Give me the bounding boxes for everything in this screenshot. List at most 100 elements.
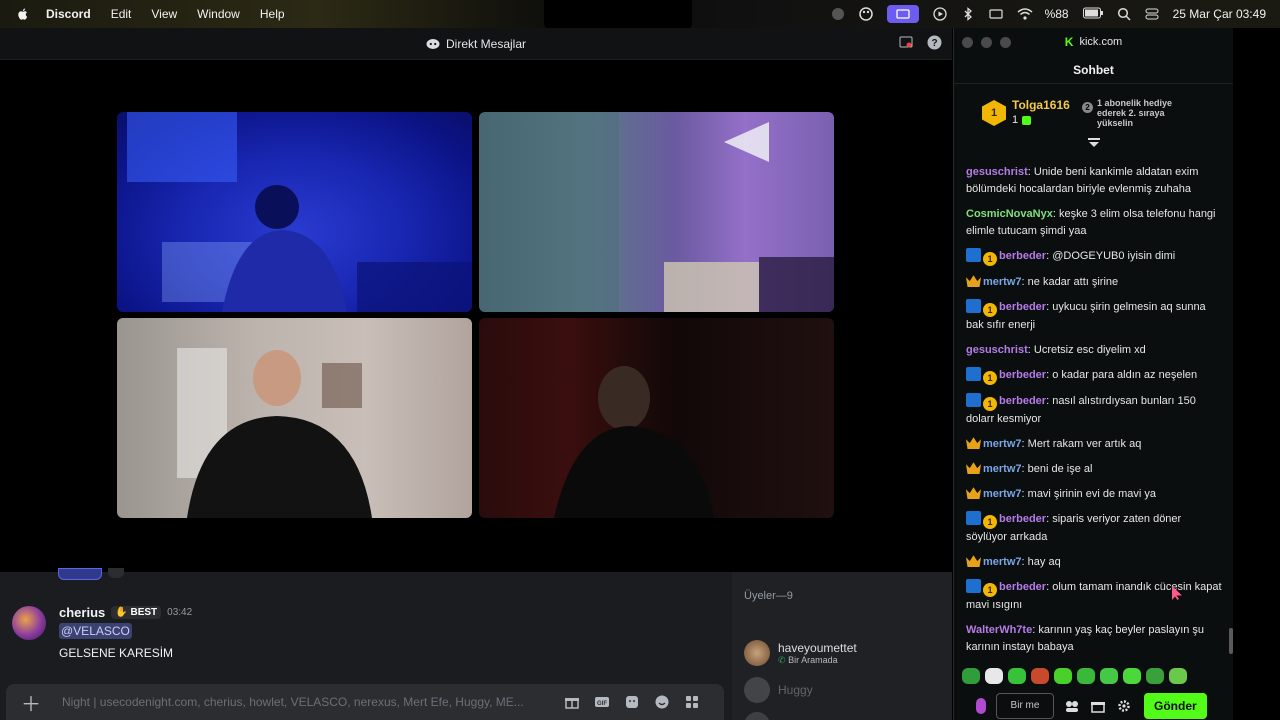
moderator-badge-icon [966,579,981,593]
video-tile[interactable] [117,112,472,312]
chat-username[interactable]: berbeder [999,301,1046,313]
window-title: Direkt Mesajlar [426,37,526,51]
top-gifter-name[interactable]: Tolga1616 [1012,98,1070,112]
webcam-feed-image [177,348,372,518]
chat-username[interactable]: berbeder [999,581,1046,593]
menu-help[interactable]: Help [260,7,285,21]
avatar [744,677,770,703]
gift-sub-icon[interactable] [1090,699,1106,713]
message-author[interactable]: cherius [59,605,105,620]
zoom-window-button[interactable] [1000,37,1011,48]
member-list-header: Üyeler—9 [744,590,793,602]
sticker-icon[interactable] [624,694,640,710]
chat-message-text: mavi şirinin evi de mavi ya [1027,488,1157,500]
chat-message: mertw7: hay aq [966,554,1224,571]
chat-input[interactable]: Bir me [996,693,1054,719]
chat-username[interactable]: WalterWh7te [966,624,1032,636]
chat-username[interactable]: berbeder [999,395,1046,407]
play-icon[interactable] [932,7,947,21]
member-item[interactable]: howlet [744,712,813,720]
emote-button[interactable] [1169,668,1187,684]
kick-titlebar: K kick.com [954,28,1233,56]
chat-username[interactable]: gesuschrist [966,344,1028,356]
menubar-clock[interactable]: 25 Mar Çar 03:49 [1173,7,1266,21]
chat-username[interactable]: mertw7 [983,438,1022,450]
microphone-icon[interactable] [976,698,986,714]
attach-plus-button[interactable]: ＋ [16,688,46,717]
menu-window[interactable]: Window [197,7,240,21]
chat-username[interactable]: mertw7 [983,488,1022,500]
palette-icon[interactable] [858,7,873,21]
menu-app-name[interactable]: Discord [46,7,91,21]
menu-view[interactable]: View [151,7,177,21]
help-icon[interactable]: ? [927,35,942,53]
chat-username[interactable]: mertw7 [983,463,1022,475]
emote-button[interactable] [1031,668,1049,684]
settings-gear-icon[interactable] [1116,699,1132,713]
chat-title: Sohbet [954,56,1233,84]
user-mention[interactable]: @VELASCO [59,623,132,639]
gift-leaderboard[interactable]: 1 Tolga1616 1 2 1 abonelik hediye ederek… [954,86,1234,148]
gift-icon[interactable] [564,694,580,710]
close-window-button[interactable] [962,37,973,48]
svg-text:GIF: GIF [597,701,607,707]
leaderboard-hint: 2 1 abonelik hediye ederek 2. sıraya yük… [1082,98,1202,128]
keyboard-icon[interactable] [988,7,1003,21]
emote-button[interactable] [1146,668,1164,684]
chat-username[interactable]: CosmicNovaNyx [966,208,1053,220]
screen-record-icon[interactable] [899,35,913,53]
window-controls [962,37,1011,48]
expand-leaderboard-icon[interactable] [1087,138,1101,148]
wifi-icon[interactable] [1017,7,1033,21]
crown-badge-icon [966,437,981,449]
record-dot-icon[interactable] [831,7,845,21]
discord-logo-icon [426,39,440,49]
spotlight-search-icon[interactable] [1117,7,1131,21]
message-composer[interactable]: ＋ Night | usecodenight.com, cherius, how… [6,684,724,720]
video-tile[interactable] [117,318,472,518]
chat-username[interactable]: gesuschrist [966,166,1028,178]
battery-icon[interactable] [1082,7,1103,21]
chat-username[interactable]: berbeder [999,250,1046,262]
emote-button[interactable] [1077,668,1095,684]
emote-button[interactable] [985,668,1003,684]
video-tile[interactable] [479,112,834,312]
avatar[interactable] [12,606,46,640]
apps-icon[interactable] [684,694,700,710]
gif-icon[interactable]: GIF [594,694,610,710]
menu-edit[interactable]: Edit [111,7,132,21]
minimize-window-button[interactable] [981,37,992,48]
apple-logo-icon[interactable] [16,7,30,21]
emoji-icon[interactable] [654,694,670,710]
message-input[interactable]: Night | usecodenight.com, cherius, howle… [62,695,550,709]
chat-username[interactable]: mertw7 [983,276,1022,288]
chat-username[interactable]: berbeder [999,513,1046,525]
bluetooth-icon[interactable] [961,7,975,21]
mention-users-icon[interactable] [1064,699,1080,713]
emote-button[interactable] [1100,668,1118,684]
chat-message-text: Ucretsiz esc diyelim xd [1033,344,1146,356]
chat-message: mertw7: ne kadar attı şirine [966,274,1224,291]
emote-button[interactable] [1054,668,1072,684]
moderator-badge-icon [966,367,981,381]
chat-message: 1 berbeder: olum tamam inandık cücesin ka… [966,579,1222,611]
emote-button[interactable] [1008,668,1026,684]
moderator-badge-icon [966,248,981,262]
send-button[interactable]: Gönder [1144,693,1207,719]
chat-message: mertw7: mavi şirinin evi de mavi ya [966,486,1224,503]
chat-username[interactable]: mertw7 [983,556,1022,568]
chat-username[interactable]: berbeder [999,369,1046,381]
control-center-icon[interactable] [1145,7,1159,21]
emote-button[interactable] [1123,668,1141,684]
chat-scrollbar[interactable] [1229,628,1233,654]
emote-button[interactable] [962,668,980,684]
reaction-chip[interactable] [108,568,124,578]
kick-chat-window: K kick.com Sohbet 1 Tolga1616 1 2 1 abon… [953,28,1233,720]
screen-share-icon[interactable] [886,5,919,23]
reaction-chip[interactable] [58,568,102,580]
member-name: Huggy [778,683,813,697]
video-tile[interactable] [479,318,834,518]
webcam-feed-image [127,112,472,312]
member-item[interactable]: haveyoumettet ✆ Bir Aramada [744,640,857,666]
member-item[interactable]: Huggy [744,677,813,703]
